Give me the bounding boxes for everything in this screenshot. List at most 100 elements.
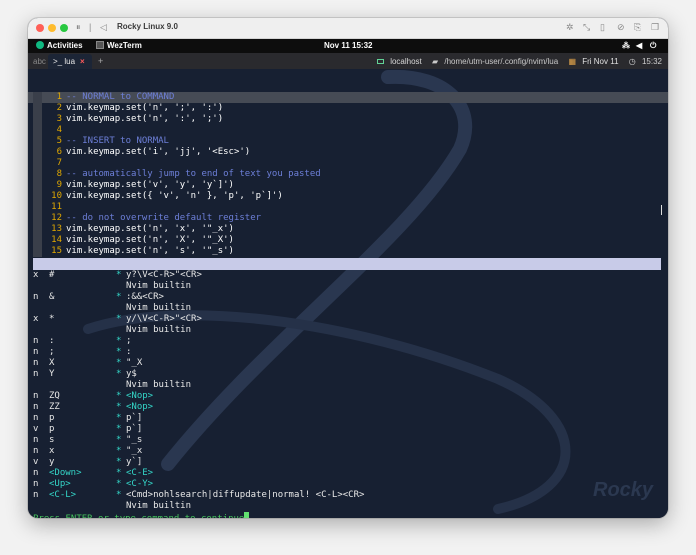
new-tab-button[interactable]: + bbox=[98, 56, 103, 66]
window-icon[interactable]: ❐ bbox=[651, 22, 659, 33]
mapping-mode: v bbox=[33, 424, 39, 434]
mapping-mode: n bbox=[33, 347, 39, 357]
power-icon[interactable]: ⏻ bbox=[650, 41, 656, 51]
vm-title: Rocky Linux 9.0 bbox=[117, 22, 178, 31]
sign-column bbox=[33, 224, 42, 235]
mapping-row: n s * "_s bbox=[28, 435, 668, 446]
editor-line[interactable]: 13 vim.keymap.set('n', 'x', '"_x') bbox=[28, 224, 668, 235]
wezterm-icon bbox=[96, 41, 104, 49]
time-label: 15:32 bbox=[641, 57, 662, 66]
editor-line[interactable]: 6 vim.keymap.set('i', 'jj', '<Esc>') bbox=[28, 147, 668, 158]
mapping-mode: n bbox=[33, 369, 39, 379]
close-window-button[interactable] bbox=[36, 24, 44, 32]
share-icon[interactable]: ⊘ bbox=[617, 22, 625, 33]
editor-line[interactable]: 8 -- automatically jump to end of text yo… bbox=[28, 169, 668, 180]
minimize-window-button[interactable] bbox=[48, 24, 56, 32]
prompt-text: Press ENTER or type command to continue bbox=[33, 514, 244, 518]
mapping-mode: n bbox=[33, 490, 39, 500]
mapping-noremap-flag: * bbox=[116, 292, 122, 302]
editor-line[interactable]: 12 -- do not overwrite default register bbox=[28, 213, 668, 224]
tab-close-icon[interactable]: × bbox=[80, 57, 85, 66]
mapping-row: x # * y?\V<C-R>"<CR> bbox=[28, 270, 668, 281]
terminal-pane[interactable]: Rocky 1 -- NORMAL to COMMAND 2 vim.keymap.s… bbox=[28, 69, 668, 518]
tab-abc[interactable]: abc bbox=[33, 57, 46, 66]
date-status: ▦ Fri Nov 11 bbox=[564, 57, 618, 66]
mapping-row: n: *; bbox=[28, 336, 668, 347]
editor-line[interactable]: 11 bbox=[28, 202, 668, 213]
mapping-mode: n bbox=[33, 446, 39, 456]
back-icon[interactable]: ◁ bbox=[100, 22, 107, 33]
editor-line[interactable]: 9 vim.keymap.set('v', 'y', 'y`]') bbox=[28, 180, 668, 191]
mapping-lhs: * bbox=[49, 314, 55, 324]
mapping-rhs: p`] bbox=[126, 413, 143, 423]
volume-icon[interactable]: ◀ bbox=[636, 41, 642, 50]
code-comment: -- NORMAL to COMMAND bbox=[66, 92, 175, 102]
folder-icon: ▰ bbox=[432, 57, 441, 66]
editor-line[interactable]: 3 vim.keymap.set('n', ':', ';') bbox=[28, 114, 668, 125]
vm-titlebar[interactable]: ⏸ | ◁ Rocky Linux 9.0 ✲ ⤡ ▯ ⊘ ⎘ ❐ bbox=[28, 18, 668, 39]
mapping-mode: n bbox=[33, 435, 39, 445]
line-number: 1 bbox=[56, 92, 62, 102]
sign-column bbox=[33, 202, 42, 213]
maximize-window-button[interactable] bbox=[60, 24, 68, 32]
mapping-row: n; *: bbox=[28, 347, 668, 358]
status-bar-right: localhost ▰ /home/utm-user/.config/nvim/… bbox=[369, 57, 662, 66]
host-status: localhost bbox=[373, 57, 422, 66]
mapping-mode: n bbox=[33, 413, 39, 423]
mapping-description: Nvim builtin bbox=[126, 325, 192, 335]
activities-button[interactable]: Activities bbox=[36, 41, 83, 50]
code-text: vim.keymap.set({ 'v', 'n' }, 'p', 'p`]') bbox=[66, 191, 283, 201]
line-number: 11 bbox=[51, 202, 62, 212]
mapping-noremap-flag: * bbox=[116, 270, 122, 280]
line-number: 5 bbox=[56, 136, 62, 146]
mapping-lhs: y bbox=[49, 457, 55, 467]
editor-line[interactable]: 1 -- NORMAL to COMMAND bbox=[28, 92, 668, 103]
date-label: Fri Nov 11 bbox=[582, 57, 619, 66]
mapping-lhs: x bbox=[49, 446, 55, 456]
activities-label: Activities bbox=[47, 41, 83, 50]
mapping-row: n <Up> * <C-Y> bbox=[28, 479, 668, 490]
clock[interactable]: Nov 11 15:32 bbox=[324, 41, 372, 50]
editor-line[interactable]: 4 bbox=[28, 125, 668, 136]
mapping-description: Nvim builtin bbox=[126, 281, 192, 291]
mapping-rhs: : bbox=[126, 347, 132, 357]
settings-icon[interactable]: ✲ bbox=[566, 22, 574, 33]
sign-column bbox=[33, 92, 42, 103]
mapping-mode: n bbox=[33, 479, 39, 489]
mapping-mode: n bbox=[33, 358, 39, 368]
editor-line[interactable]: 2 vim.keymap.set('n', ';', ':') bbox=[28, 103, 668, 114]
mapping-rhs: ; bbox=[126, 336, 132, 346]
line-number: 13 bbox=[51, 224, 62, 234]
editor-line[interactable]: 15 vim.keymap.set('n', 's', '"_s') bbox=[28, 246, 668, 257]
time-status: ◷ 15:32 bbox=[625, 57, 662, 66]
mapping-lhs: X bbox=[49, 358, 55, 368]
tab-bar: abc >_ lua × + localhost ▰ /home/utm-user… bbox=[28, 53, 668, 69]
code-text: vim.keymap.set('n', 'x', '"_x') bbox=[66, 224, 234, 234]
host-label: localhost bbox=[390, 57, 422, 66]
editor-line[interactable]: 7 bbox=[28, 158, 668, 169]
mapping-lhs: p bbox=[49, 413, 55, 423]
cursor bbox=[244, 512, 250, 518]
code-comment: -- INSERT to NORMAL bbox=[66, 136, 169, 146]
monitor-icon bbox=[377, 59, 385, 64]
resize-icon[interactable]: ⤡ bbox=[583, 22, 590, 33]
mapping-lhs: p bbox=[49, 424, 55, 434]
line-number: 8 bbox=[56, 169, 62, 179]
mapping-noremap-flag: * bbox=[116, 446, 122, 456]
editor-line[interactable]: 14 vim.keymap.set('n', 'X', '"_X') bbox=[28, 235, 668, 246]
network-icon[interactable]: ⁂ bbox=[622, 41, 630, 50]
tools-icon[interactable]: ⎘ bbox=[634, 22, 641, 33]
editor-line[interactable]: 5 -- INSERT to NORMAL bbox=[28, 136, 668, 147]
mapping-lhs: ; bbox=[49, 347, 55, 357]
mapping-rhs: <Cmd>nohlsearch|diffupdate|normal! <C-L>… bbox=[126, 490, 365, 500]
cwd-label: /home/utm-user/.config/nvim/lua bbox=[444, 57, 559, 66]
sign-column bbox=[33, 136, 42, 147]
pause-icon[interactable]: ⏸ bbox=[76, 22, 81, 33]
app-menu[interactable]: WezTerm bbox=[96, 41, 142, 50]
sign-column bbox=[33, 180, 42, 191]
tab-lua-label: >_ lua bbox=[53, 57, 76, 66]
tab-lua[interactable]: >_ lua × bbox=[48, 54, 92, 69]
editor-line[interactable]: 10 vim.keymap.set({ 'v', 'n' }, 'p', 'p`]… bbox=[28, 191, 668, 202]
usb-icon[interactable]: ▯ bbox=[600, 22, 605, 33]
mapping-rhs: <Nop> bbox=[126, 391, 154, 401]
